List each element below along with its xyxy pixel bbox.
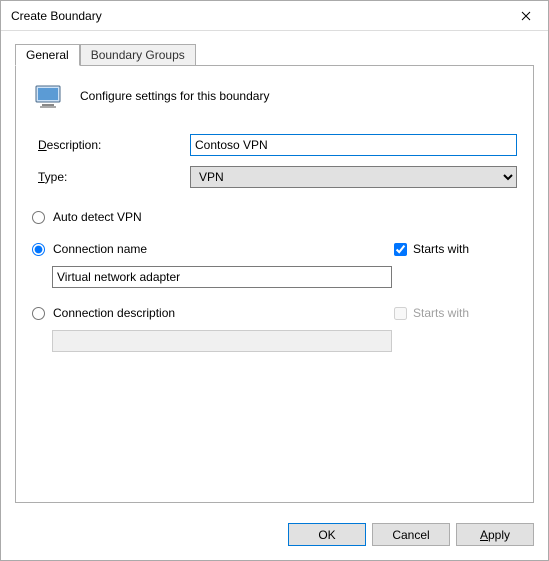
- computer-icon: [32, 80, 64, 112]
- connection-name-row: Connection name Starts with: [32, 242, 517, 256]
- close-button[interactable]: [503, 1, 548, 31]
- connection-desc-input-row: [52, 330, 517, 352]
- connection-name-input[interactable]: [52, 266, 392, 288]
- cancel-button[interactable]: Cancel: [372, 523, 450, 546]
- fields-group: Description: Type: VPN: [38, 134, 517, 188]
- dialog-content: General Boundary Groups Configure settin…: [1, 31, 548, 513]
- connection-name-starts-group: Starts with: [394, 242, 469, 256]
- close-icon: [521, 11, 531, 21]
- connection-desc-starts-group: Starts with: [394, 306, 469, 320]
- title-bar: Create Boundary: [1, 1, 548, 31]
- connection-desc-row: Connection description Starts with: [32, 306, 517, 320]
- connection-name-label[interactable]: Connection name: [53, 242, 147, 256]
- tab-general[interactable]: General: [15, 44, 80, 66]
- panel-header-text: Configure settings for this boundary: [80, 89, 269, 103]
- connection-desc-radio[interactable]: [32, 307, 45, 320]
- apply-button[interactable]: Apply: [456, 523, 534, 546]
- connection-desc-input: [52, 330, 392, 352]
- description-label: Description:: [38, 138, 190, 152]
- type-row: Type: VPN: [38, 166, 517, 188]
- panel-header: Configure settings for this boundary: [32, 80, 517, 112]
- description-input[interactable]: [190, 134, 517, 156]
- connection-name-input-row: [52, 266, 517, 288]
- type-label: Type:: [38, 170, 190, 184]
- auto-detect-radio[interactable]: [32, 211, 45, 224]
- description-row: Description:: [38, 134, 517, 156]
- ok-button[interactable]: OK: [288, 523, 366, 546]
- window-title: Create Boundary: [11, 9, 503, 23]
- auto-detect-label[interactable]: Auto detect VPN: [53, 210, 142, 224]
- tab-panel-general: Configure settings for this boundary Des…: [15, 65, 534, 503]
- connection-desc-label[interactable]: Connection description: [53, 306, 175, 320]
- connection-desc-starts-label: Starts with: [413, 306, 469, 320]
- connection-name-radio[interactable]: [32, 243, 45, 256]
- connection-name-starts-label[interactable]: Starts with: [413, 242, 469, 256]
- connection-desc-starts-checkbox: [394, 307, 407, 320]
- type-select[interactable]: VPN: [190, 166, 517, 188]
- tab-strip: General Boundary Groups: [15, 43, 534, 65]
- connection-name-starts-checkbox[interactable]: [394, 243, 407, 256]
- dialog-buttons: OK Cancel Apply: [1, 513, 548, 546]
- auto-detect-row: Auto detect VPN: [32, 210, 517, 224]
- tab-boundary-groups[interactable]: Boundary Groups: [80, 44, 196, 65]
